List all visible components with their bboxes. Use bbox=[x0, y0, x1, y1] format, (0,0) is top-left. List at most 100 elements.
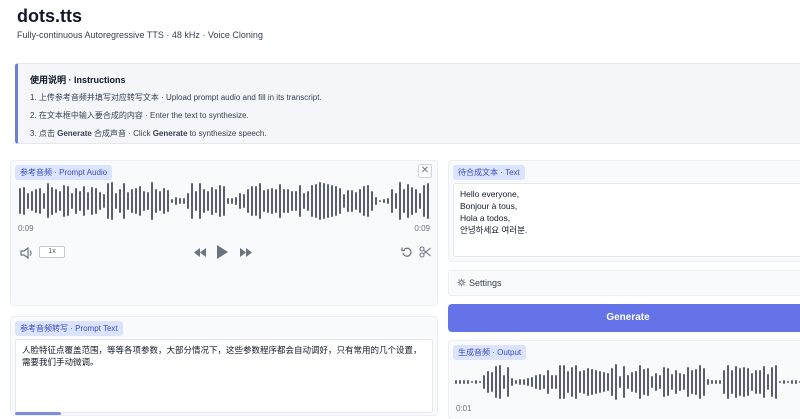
waveform-bar bbox=[475, 379, 477, 385]
waveform-bar bbox=[359, 189, 361, 213]
waveform-bar bbox=[639, 364, 641, 400]
waveform-bar bbox=[107, 182, 109, 220]
waveform-bar bbox=[31, 191, 33, 211]
waveform-bar bbox=[327, 183, 329, 219]
waveform-bar bbox=[599, 371, 601, 393]
waveform-bar bbox=[95, 188, 97, 214]
waveform-bar bbox=[175, 196, 177, 206]
settings-accordion[interactable]: Settings bbox=[448, 270, 800, 296]
waveform-bar bbox=[655, 372, 657, 392]
waveform-bar bbox=[207, 191, 209, 211]
waveform-bar bbox=[319, 182, 321, 220]
waveform-bar bbox=[283, 188, 285, 214]
play-icon[interactable] bbox=[216, 244, 229, 260]
waveform-bar bbox=[491, 372, 493, 392]
waveform-bar bbox=[403, 188, 405, 214]
waveform-bar bbox=[39, 188, 41, 214]
waveform-bar bbox=[779, 380, 781, 383]
waveform-bar bbox=[499, 365, 501, 399]
waveform-bar bbox=[659, 374, 661, 390]
waveform-bar bbox=[663, 367, 665, 397]
prompt-audio-current-time: 0:09 bbox=[18, 224, 34, 233]
prompt-audio-waveform[interactable] bbox=[19, 181, 431, 221]
waveform-bar bbox=[47, 183, 49, 219]
waveform-bar bbox=[747, 367, 749, 397]
waveform-bar bbox=[71, 193, 73, 209]
waveform-bar bbox=[355, 191, 357, 211]
waveform-bar bbox=[271, 188, 273, 214]
waveform-bar bbox=[291, 191, 293, 211]
waveform-bar bbox=[379, 199, 381, 203]
waveform-bar bbox=[19, 188, 21, 214]
waveform-bar bbox=[759, 369, 761, 395]
waveform-bar bbox=[731, 370, 733, 394]
output-label: 生成音频 · Output bbox=[453, 345, 527, 360]
volume-icon[interactable] bbox=[20, 247, 34, 259]
waveform-bar bbox=[547, 369, 549, 395]
waveform-bar bbox=[567, 371, 569, 393]
waveform-bar bbox=[619, 375, 621, 389]
waveform-bar bbox=[507, 366, 509, 397]
gear-icon bbox=[457, 278, 466, 287]
waveform-bar bbox=[303, 192, 305, 210]
waveform-bar bbox=[287, 188, 289, 214]
app-title: dots.tts bbox=[17, 6, 82, 26]
waveform-bar bbox=[119, 188, 121, 214]
waveform-bar bbox=[87, 192, 89, 210]
output-waveform[interactable] bbox=[455, 363, 800, 401]
waveform-bar bbox=[167, 190, 169, 212]
waveform-bar bbox=[323, 182, 325, 220]
page-scrollbar[interactable] bbox=[15, 412, 61, 415]
waveform-bar bbox=[591, 368, 593, 396]
waveform-bar bbox=[159, 191, 161, 211]
waveform-bar bbox=[375, 197, 377, 205]
prompt-text-label: 参考音频转写 · Prompt Text bbox=[15, 321, 123, 336]
playback-speed-button[interactable]: 1x bbox=[39, 246, 65, 258]
synth-text-label: 待合成文本 · Text bbox=[453, 165, 525, 180]
fast-forward-icon[interactable] bbox=[239, 247, 253, 258]
waveform-bar bbox=[687, 366, 689, 398]
waveform-bar bbox=[203, 188, 205, 214]
waveform-bar bbox=[55, 189, 57, 213]
waveform-bar bbox=[643, 368, 645, 396]
waveform-bar bbox=[391, 188, 393, 214]
waveform-bar bbox=[679, 372, 681, 392]
instruction-step-2: 2. 在文本框中输入要合成的内容 · Enter the text to syn… bbox=[30, 111, 249, 120]
waveform-bar bbox=[791, 379, 793, 385]
rewind-icon[interactable] bbox=[193, 247, 207, 258]
waveform-bar bbox=[399, 182, 401, 220]
waveform-bar bbox=[579, 370, 581, 394]
waveform-bar bbox=[411, 187, 413, 215]
waveform-bar bbox=[131, 189, 133, 213]
undo-icon[interactable] bbox=[401, 246, 413, 258]
waveform-bar bbox=[795, 379, 797, 385]
waveform-bar bbox=[707, 378, 709, 386]
waveform-bar bbox=[279, 183, 281, 218]
waveform-bar bbox=[719, 379, 721, 385]
synth-text-input[interactable]: Hello everyone, Bonjour à tous, Hola a t… bbox=[453, 183, 800, 257]
waveform-bar bbox=[347, 190, 349, 212]
waveform-bar bbox=[23, 187, 25, 215]
generate-button[interactable]: Generate bbox=[448, 304, 800, 332]
waveform-bar bbox=[67, 186, 69, 216]
prompt-audio-label: 参考音频 · Prompt Audio bbox=[15, 165, 113, 180]
waveform-bar bbox=[63, 184, 65, 218]
prompt-text-input[interactable]: 人脸特征点覆盖范围，等等各项参数，大部分情况下，这些参数程序都会自动调好，只有常… bbox=[15, 339, 433, 413]
waveform-bar bbox=[587, 368, 589, 396]
instruction-step-3: 3. 点击 Generate 合成声音 · Click Generate to … bbox=[30, 128, 800, 139]
scissors-icon[interactable] bbox=[419, 246, 431, 258]
waveform-bar bbox=[671, 374, 673, 390]
waveform-bar bbox=[695, 369, 697, 395]
close-audio-button[interactable]: ✕ bbox=[418, 164, 432, 178]
waveform-bar bbox=[459, 380, 461, 384]
waveform-bar bbox=[187, 193, 189, 209]
waveform-bar bbox=[543, 374, 545, 390]
waveform-bar bbox=[27, 192, 29, 210]
waveform-bar bbox=[787, 381, 789, 383]
waveform-bar bbox=[631, 371, 633, 393]
waveform-bar bbox=[331, 185, 333, 217]
waveform-bar bbox=[243, 193, 245, 209]
waveform-bar bbox=[571, 366, 573, 398]
waveform-bar bbox=[223, 186, 225, 216]
waveform-bar bbox=[767, 373, 769, 390]
